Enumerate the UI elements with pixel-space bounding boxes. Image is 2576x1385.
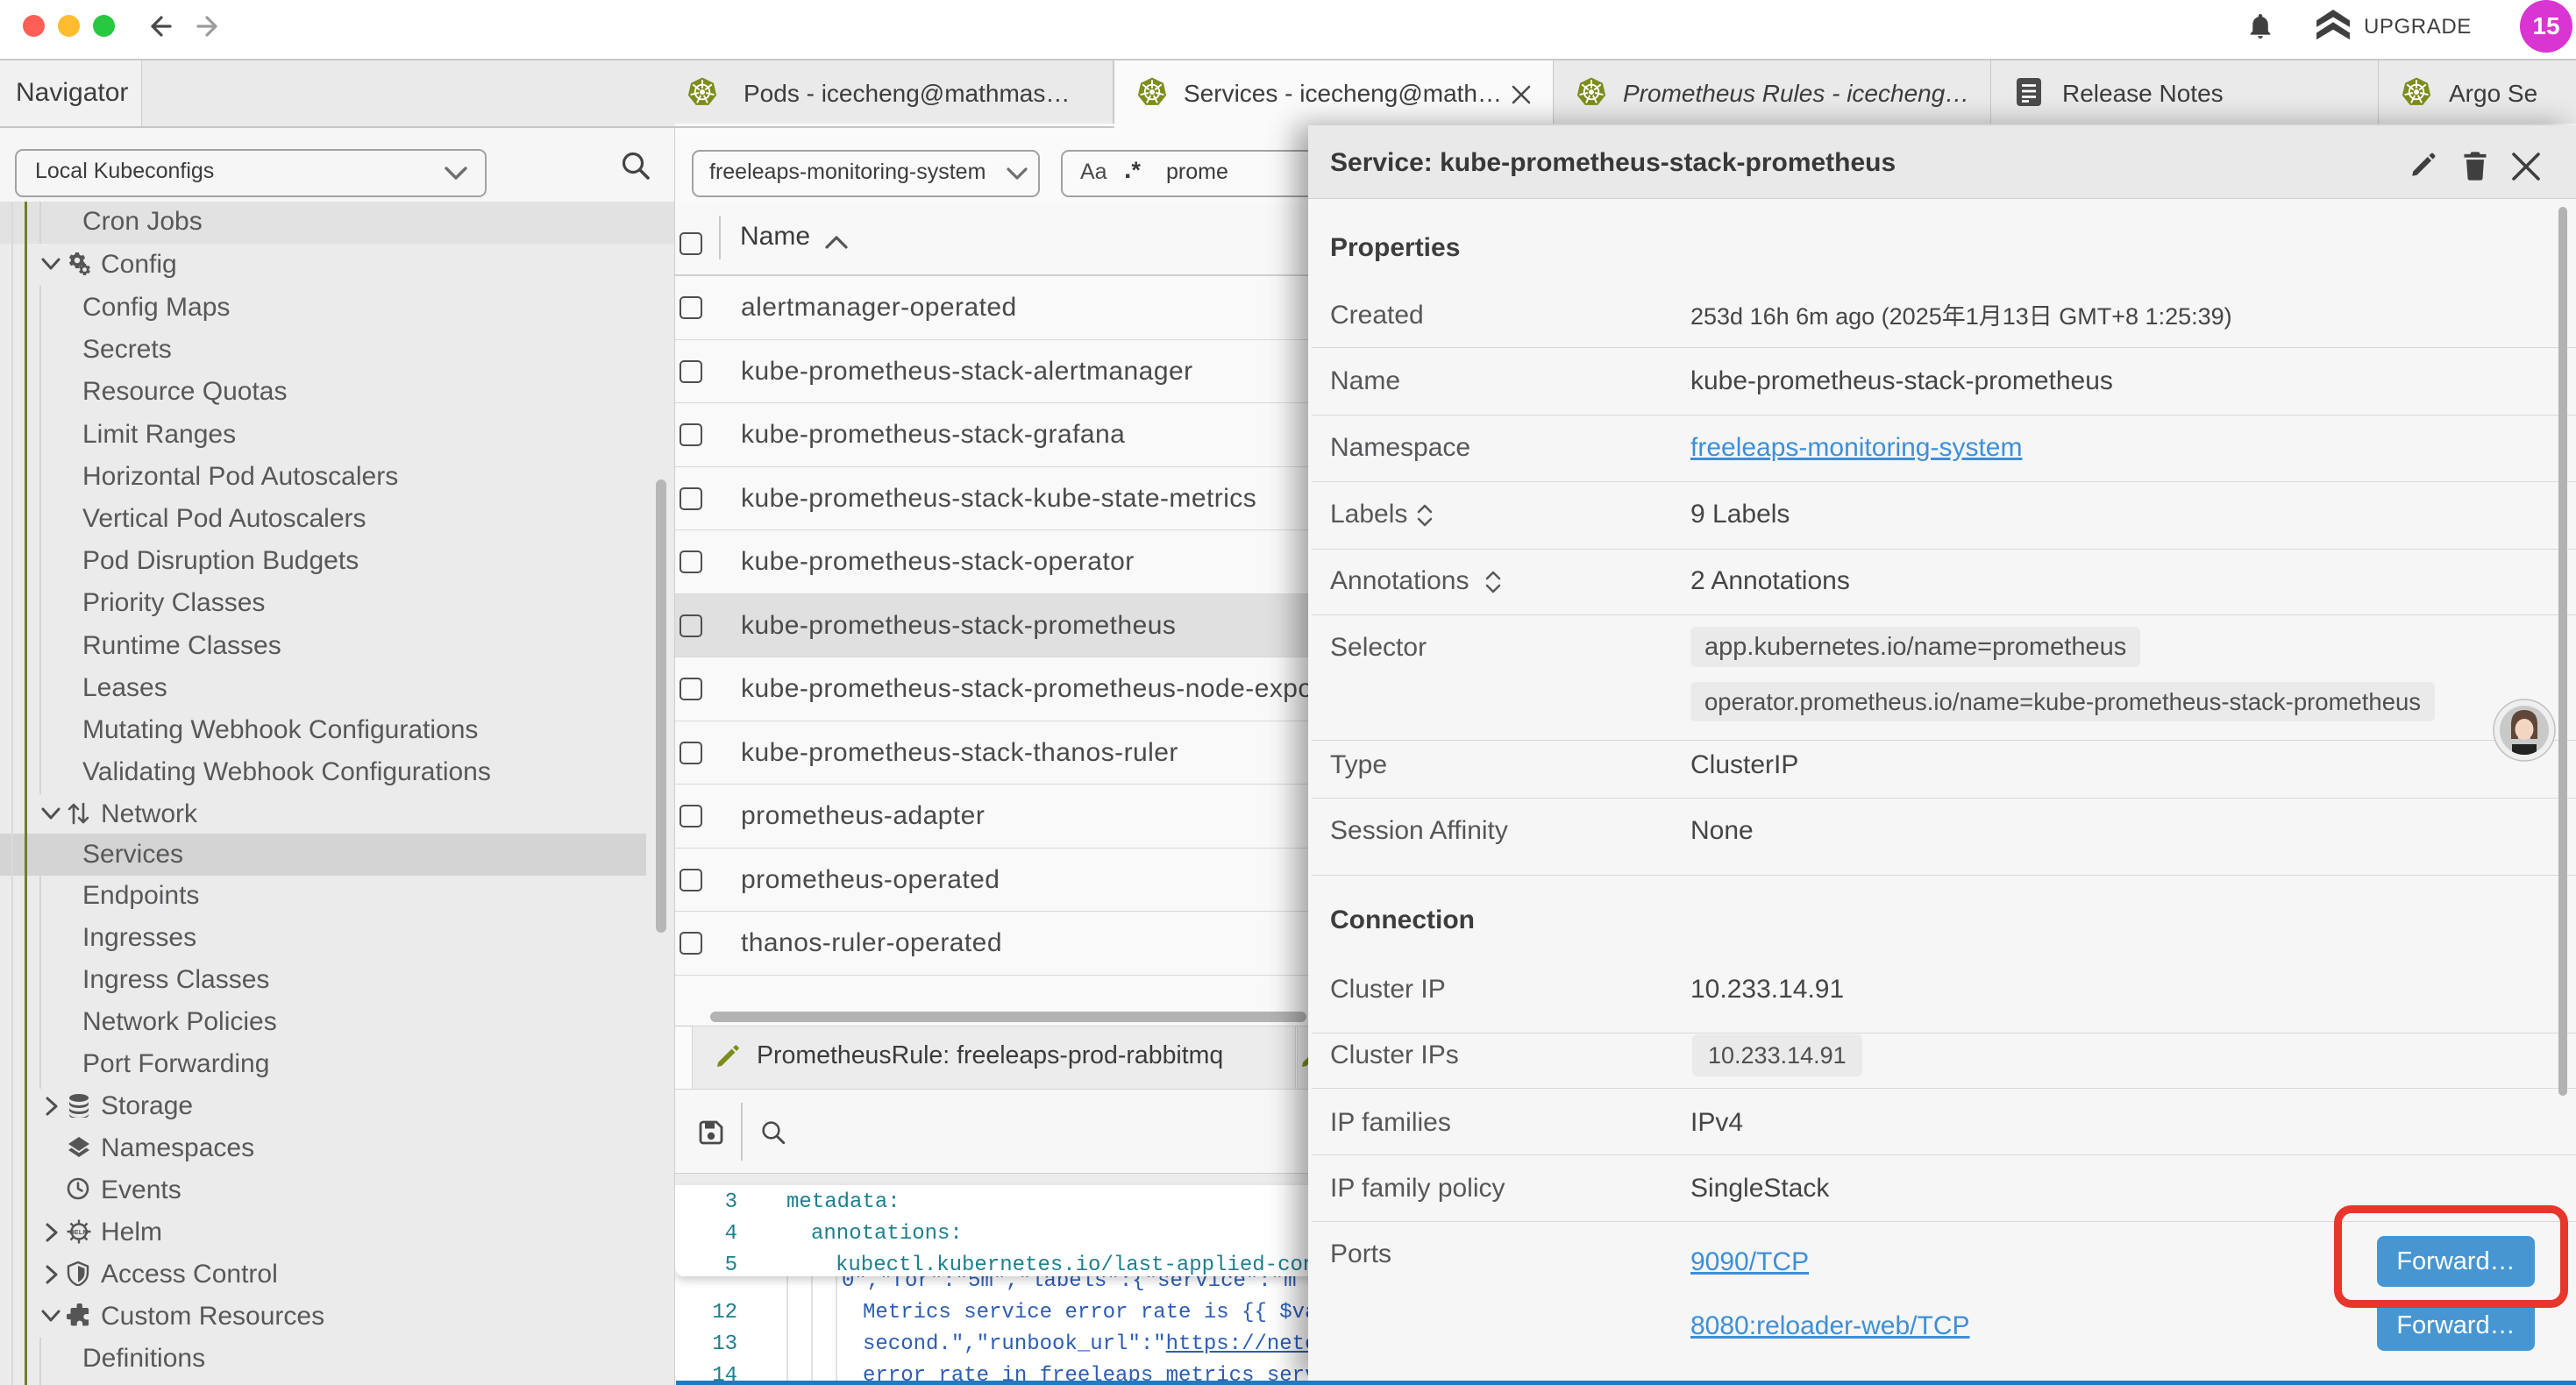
svg-text:HELM: HELM xyxy=(69,1228,88,1236)
